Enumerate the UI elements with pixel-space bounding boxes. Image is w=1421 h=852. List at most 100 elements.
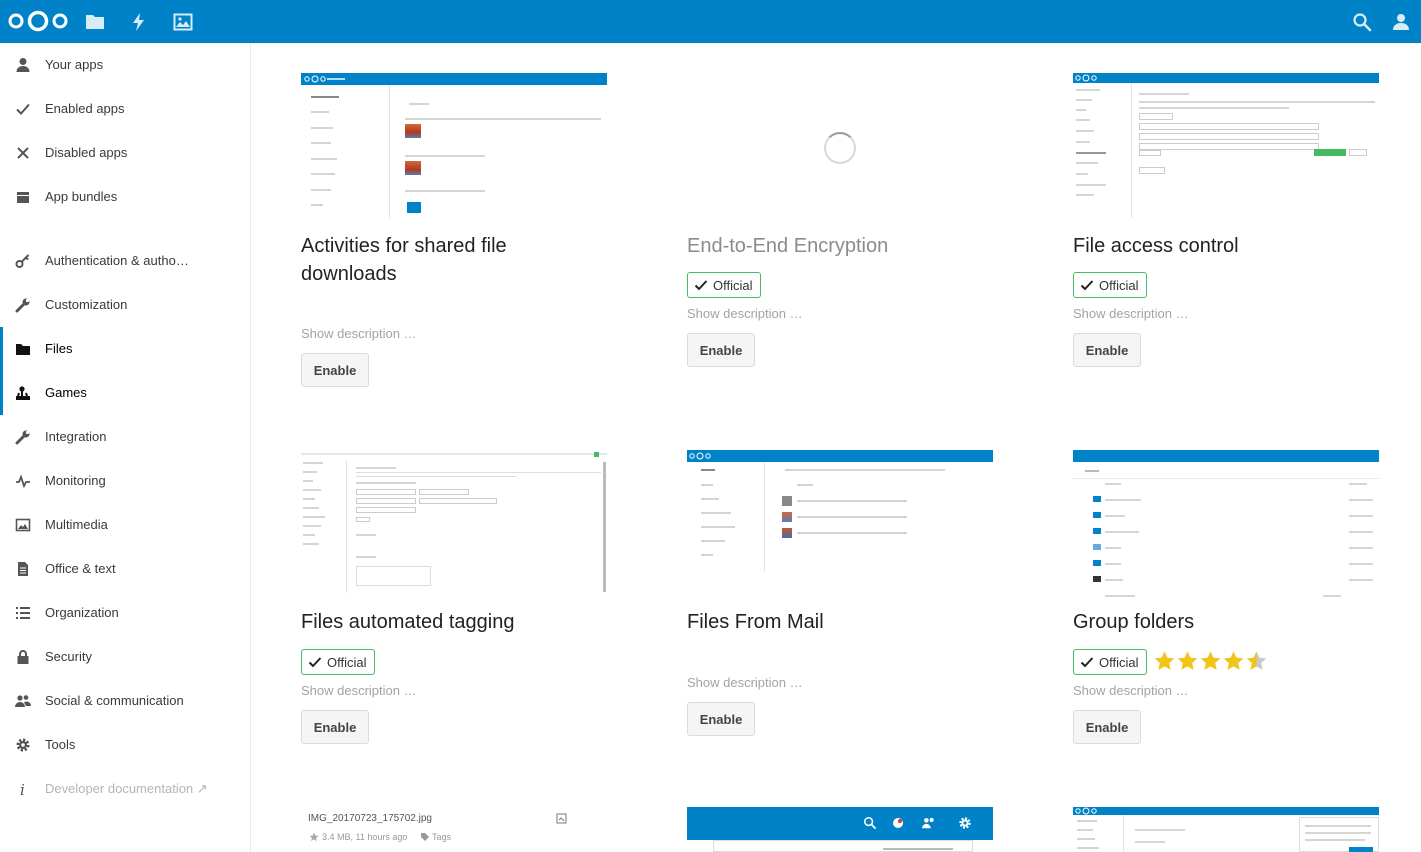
gallery-icon[interactable] (173, 12, 193, 32)
sidebar-item-games[interactable]: Games (0, 371, 250, 415)
pulse-icon (16, 474, 30, 489)
sidebar-item-label: Office & text (45, 561, 116, 576)
sidebar-item-developer-docs[interactable]: i Developer documentation ↗ (0, 767, 250, 811)
file-tags: Tags (432, 832, 452, 842)
close-icon (17, 147, 29, 159)
nextcloud-logo (689, 452, 711, 460)
star-icon (309, 832, 319, 842)
show-description-link[interactable]: Show description … (1073, 306, 1189, 321)
search-icon[interactable] (1352, 12, 1372, 32)
search-icon (863, 816, 877, 830)
app-name: End-to-End Encryption (687, 235, 889, 257)
sidebar-item-customization[interactable]: Customization (0, 283, 250, 327)
star-full-icon (1200, 651, 1221, 670)
top-header (0, 0, 1421, 43)
wrench-icon (15, 298, 30, 313)
official-badge: Official (1073, 272, 1147, 298)
activity-icon[interactable] (129, 12, 149, 32)
bundle-icon (17, 192, 29, 203)
show-description-link[interactable]: Show description … (687, 675, 803, 690)
app-name: Files automated tagging (301, 611, 515, 633)
star-half-icon (1246, 651, 1267, 670)
show-description-link[interactable]: Show description … (301, 683, 417, 698)
sidebar-item-organization[interactable]: Organization (0, 591, 250, 635)
sidebar-item-authentication[interactable]: Authentication & autho… (0, 239, 250, 283)
sidebar-item-disabled-apps[interactable]: Disabled apps (0, 131, 250, 175)
official-badge: Official (1073, 649, 1147, 675)
gear-icon (16, 738, 30, 752)
sidebar-item-monitoring[interactable]: Monitoring (0, 459, 250, 503)
app-screenshot (1073, 450, 1379, 602)
app-screenshot (687, 450, 993, 575)
sidebar-item-label: Files (45, 341, 73, 356)
enable-button[interactable]: Enable (301, 710, 369, 744)
sidebar-item-your-apps[interactable]: Your apps (0, 43, 250, 87)
people-icon (15, 695, 31, 707)
sidebar-item-social[interactable]: Social & communication (0, 679, 250, 723)
user-icon (16, 58, 30, 72)
joystick-icon (16, 386, 30, 400)
sidebar-item-label: Disabled apps (45, 145, 128, 160)
contacts-icon[interactable] (1391, 12, 1411, 32)
loading-spinner (824, 132, 856, 164)
enable-button[interactable]: Enable (687, 702, 755, 736)
app-screenshot (1073, 807, 1379, 852)
picture-icon (15, 518, 31, 532)
app-card: Files automated tagging Official Show de… (301, 450, 611, 750)
tag-icon (421, 833, 429, 841)
app-card: Group folders Official Show description … (1073, 450, 1383, 750)
enable-button[interactable]: Enable (1073, 333, 1141, 367)
file-meta: 3.4 MB, 11 hours ago (322, 832, 408, 842)
sidebar-item-label: Social & communication (45, 693, 184, 708)
show-description-link[interactable]: Show description … (301, 326, 417, 341)
sidebar-item-security[interactable]: Security (0, 635, 250, 679)
sidebar-item-label: Organization (45, 605, 119, 620)
sidebar-item-label: Your apps (45, 57, 104, 72)
app-rating (1153, 650, 1268, 672)
enable-button[interactable]: Enable (1073, 710, 1141, 744)
svg-text:i: i (20, 781, 25, 797)
show-description-link[interactable]: Show description … (1073, 683, 1189, 698)
app-name: File access control (1073, 235, 1239, 257)
sidebar-item-office-text[interactable]: Office & text (0, 547, 250, 591)
list-icon (16, 607, 30, 619)
official-badge: Official (301, 649, 375, 675)
app-name: Activities for shared file downloads (301, 235, 507, 285)
sidebar-item-app-bundles[interactable]: App bundles (0, 175, 250, 219)
file-icon (556, 813, 567, 824)
sidebar-item-files[interactable]: Files (0, 327, 250, 371)
show-description-link[interactable]: Show description … (687, 306, 803, 321)
nextcloud-logo (1075, 807, 1097, 815)
contacts-icon (922, 817, 934, 829)
document-icon (18, 562, 28, 576)
gear-icon (959, 817, 971, 829)
star-full-icon (1223, 651, 1244, 670)
nextcloud-logo (304, 75, 326, 83)
checkmark-icon (16, 103, 30, 115)
app-name: Group folders (1073, 611, 1195, 633)
enable-button[interactable]: Enable (301, 353, 369, 387)
official-badge: Official (687, 272, 761, 298)
app-sidebar: Your apps Enabled apps Disabled apps App… (0, 43, 251, 852)
enable-button[interactable]: Enable (687, 333, 755, 367)
checkmark-icon (1080, 657, 1094, 668)
app-screenshot (687, 807, 993, 852)
app-card (687, 807, 997, 852)
files-icon[interactable] (85, 12, 105, 32)
sidebar-item-label: Tools (45, 737, 76, 752)
app-card: Files From Mail Show description … Enabl… (687, 450, 997, 750)
sidebar-item-tools[interactable]: Tools (0, 723, 250, 767)
app-card: Activities for shared file downloads Sho… (301, 73, 611, 393)
app-screenshot (1073, 73, 1379, 218)
sidebar-item-multimedia[interactable]: Multimedia (0, 503, 250, 547)
app-screenshot: IMG_20170723_175702.jpg 3.4 MB, 11 hours… (301, 807, 607, 852)
wrench-icon (15, 430, 30, 445)
sidebar-item-enabled-apps[interactable]: Enabled apps (0, 87, 250, 131)
sidebar-item-label: Customization (45, 297, 128, 312)
sidebar-item-label: Security (45, 649, 92, 664)
sidebar-item-label: Developer documentation ↗ (45, 781, 208, 796)
app-screenshot (301, 73, 607, 218)
sidebar-item-integration[interactable]: Integration (0, 415, 250, 459)
nextcloud-logo[interactable] (8, 9, 68, 33)
app-card: File access control Official Show descri… (1073, 73, 1383, 373)
